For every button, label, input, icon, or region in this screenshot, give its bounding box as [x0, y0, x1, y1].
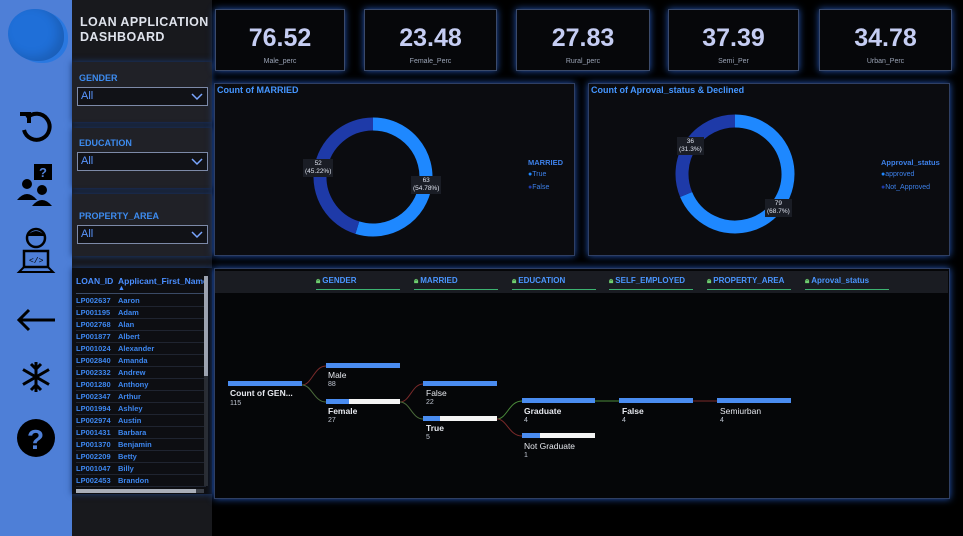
tree-node-bar[interactable]	[423, 416, 440, 421]
tree-root-label: Count of GEN...	[230, 388, 293, 398]
tree-node-female-label[interactable]: Female	[328, 406, 357, 416]
tree-node-not-graduate-label[interactable]: Not Graduate	[524, 441, 575, 451]
tree-node-not-graduate-value: 1	[524, 452, 528, 459]
tree-connectors	[301, 365, 717, 437]
tree-node-male-label[interactable]: Male	[328, 370, 346, 380]
tree-node-bar[interactable]	[423, 381, 497, 386]
tree-node-female-value: 27	[328, 417, 336, 424]
tree-node-bar[interactable]	[619, 398, 693, 403]
tree-node-married-false-label[interactable]: False	[426, 388, 447, 398]
tree-node-semiurban-value: 4	[720, 417, 724, 424]
tree-node-graduate-value: 4	[524, 417, 528, 424]
tree-node-married-true-value: 5	[426, 434, 430, 441]
tree-node-bar[interactable]	[522, 433, 540, 438]
tree-node-bar[interactable]	[717, 398, 791, 403]
tree-node-bar[interactable]	[228, 381, 302, 386]
tree-node-bar[interactable]	[522, 398, 595, 403]
dashboard-root: ? </> ? LOAN APPLICATION DASHBOARD GENDE…	[0, 0, 963, 536]
tree-node-self-employed-false-value: 4	[622, 417, 626, 424]
tree-node-bar[interactable]	[326, 399, 349, 404]
tree-node-married-true-label[interactable]: True	[426, 423, 444, 433]
tree-node-male-value: 88	[328, 381, 336, 388]
tree-node-semiurban-label[interactable]: Semiurban	[720, 406, 761, 416]
tree-node-married-false-value: 22	[426, 399, 434, 406]
tree-node-self-employed-false-label[interactable]: False	[622, 406, 644, 416]
tree-root-value: 115	[230, 400, 242, 407]
tree-node-graduate-label[interactable]: Graduate	[524, 406, 561, 416]
tree-node-bar[interactable]	[326, 363, 400, 368]
